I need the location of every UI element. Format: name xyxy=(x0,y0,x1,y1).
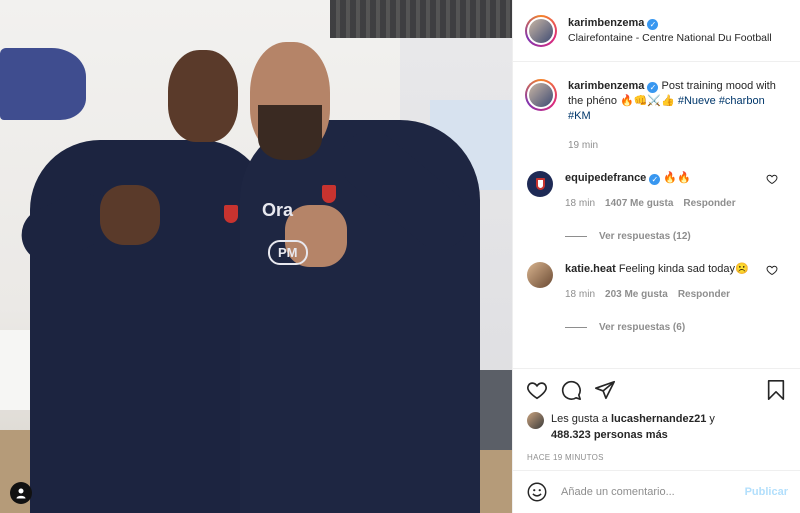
verified-badge-icon: ✓ xyxy=(649,174,661,185)
caption-time: 19 min xyxy=(568,140,599,151)
like-button[interactable] xyxy=(525,378,549,402)
post-caption: karimbenzema ✓ Post training mood with th… xyxy=(513,63,800,153)
comment-username[interactable]: equipedefrance xyxy=(565,172,646,184)
liker-avatar[interactable] xyxy=(527,412,544,429)
post-header: karimbenzema ✓ Clairefontaine - Centre Na… xyxy=(513,0,800,62)
post-side-panel: karimbenzema ✓ Clairefontaine - Centre Na… xyxy=(513,0,800,513)
verified-badge-icon: ✓ xyxy=(647,18,659,30)
post-location[interactable]: Clairefontaine - Centre National Du Foot… xyxy=(568,31,772,46)
verified-badge-icon: ✓ xyxy=(647,82,659,93)
view-replies-label: Ver respuestas (6) xyxy=(599,322,686,333)
comment-like-heart-icon[interactable] xyxy=(766,173,778,185)
likes-others-link[interactable]: 488.323 personas más xyxy=(551,429,668,441)
view-replies-button[interactable]: Ver respuestas (6) xyxy=(565,320,765,335)
comment-input[interactable] xyxy=(561,486,745,498)
comment-reply-button[interactable]: Responder xyxy=(683,196,735,211)
smiley-icon xyxy=(527,482,547,502)
tagged-users-button[interactable] xyxy=(10,482,32,504)
paper-plane-icon xyxy=(595,380,615,400)
publish-button[interactable]: Publicar xyxy=(745,486,788,498)
caption-username[interactable]: karimbenzema xyxy=(568,80,644,92)
emoji-button[interactable] xyxy=(525,480,549,504)
comment-text: 🔥🔥 xyxy=(663,172,691,184)
photo-ceiling xyxy=(330,0,512,38)
player-left-head xyxy=(168,50,238,142)
comment-item: equipedefrance ✓ 🔥🔥 18 min 1407 Me gusta … xyxy=(513,171,800,244)
user-tag-icon xyxy=(16,488,26,499)
heart-icon xyxy=(527,382,547,400)
comment-time[interactable]: 18 min xyxy=(565,287,595,302)
jersey-crest-icon xyxy=(224,205,238,223)
likes-summary: Les gusta a lucashernandez21 y 488.323 p… xyxy=(513,411,800,443)
comment-username[interactable]: katie.heat xyxy=(565,263,616,275)
comment-likes[interactable]: 1407 Me gusta xyxy=(605,196,673,211)
post-photo[interactable]: Ora PM xyxy=(0,0,513,513)
save-button[interactable] xyxy=(764,378,788,402)
comment-text: Feeling kinda sad today☹️ xyxy=(618,263,749,275)
comment-time[interactable]: 18 min xyxy=(565,196,595,211)
likes-suffix: y xyxy=(709,413,715,425)
comment-likes[interactable]: 203 Me gusta xyxy=(605,287,668,302)
post-actions: Les gusta a lucashernandez21 y 488.323 p… xyxy=(513,368,800,462)
share-button[interactable] xyxy=(593,378,617,402)
shaka-hand xyxy=(100,185,160,245)
france-crest-icon[interactable] xyxy=(527,171,553,197)
add-comment-bar: Publicar xyxy=(513,470,800,513)
likes-prefix: Les gusta a xyxy=(551,413,608,425)
comment-item: katie.heat Feeling kinda sad today☹️ 18 … xyxy=(513,262,800,335)
bookmark-icon xyxy=(767,380,785,400)
author-avatar[interactable] xyxy=(525,14,557,47)
jersey-crest-icon xyxy=(322,185,336,203)
comment-like-heart-icon[interactable] xyxy=(766,264,778,276)
view-replies-label: Ver respuestas (12) xyxy=(599,231,691,242)
user-avatar[interactable] xyxy=(527,262,553,288)
comment-bubble-icon xyxy=(561,380,581,400)
comment-button[interactable] xyxy=(559,378,583,402)
caption-author-avatar[interactable] xyxy=(525,79,557,111)
comment-reply-button[interactable]: Responder xyxy=(678,287,730,302)
photo-wall-paint xyxy=(0,48,86,120)
jersey-sponsor-badge: PM xyxy=(268,240,308,265)
post-timestamp[interactable]: Hace 19 minutos xyxy=(513,443,800,462)
jersey-sponsor-text: Ora xyxy=(262,200,294,220)
author-username[interactable]: karimbenzema xyxy=(568,17,644,29)
player-right-beard xyxy=(258,105,322,160)
liker-username[interactable]: lucashernandez21 xyxy=(611,413,706,425)
comments-list[interactable]: karimbenzema ✓ Post training mood with th… xyxy=(513,63,800,368)
view-replies-button[interactable]: Ver respuestas (12) xyxy=(565,229,765,244)
